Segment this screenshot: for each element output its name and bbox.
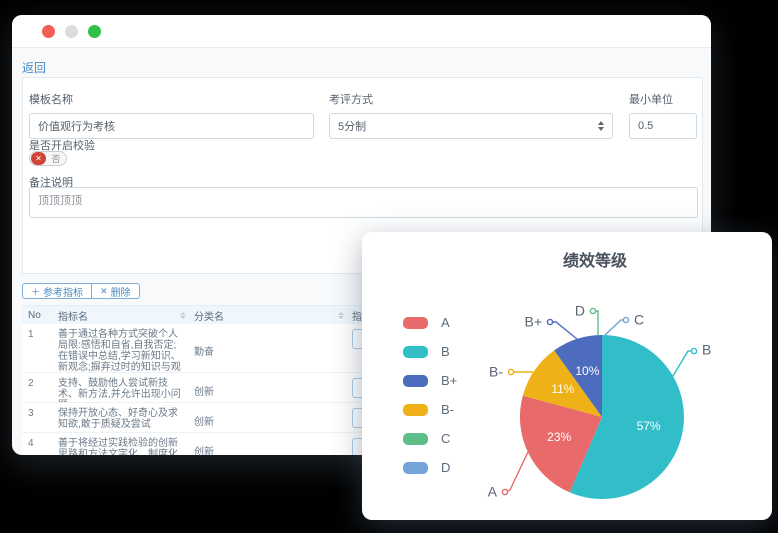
close-window-icon[interactable] (42, 25, 55, 38)
callout-dot-icon (502, 489, 507, 494)
pie-percent-label: 57% (637, 419, 661, 433)
callout-label-C: C (634, 312, 644, 328)
callout-line-D (593, 311, 598, 335)
callout-line-C (605, 320, 626, 335)
row-number: 2 (22, 378, 58, 402)
sort-icon[interactable] (180, 312, 186, 319)
indicator-name: 善于将经过实践检验的创新思路和方法文字化、制度化,纳入日常工作流程 (58, 438, 194, 455)
callout-dot-icon (547, 319, 552, 324)
indicator-name: 善于通过各种方式突破个人局限:感悟和自省,自我否定;在错误中总结,学习新知识、新… (58, 329, 194, 372)
col-header-category: 分类名 (194, 308, 224, 323)
back-link[interactable]: 返回 (22, 59, 46, 76)
template-name-label: 模板名称 (29, 91, 314, 107)
category-name: 勤奋 (194, 329, 352, 372)
pie-percent-label: 23% (547, 430, 571, 444)
callout-label-B: B (702, 342, 711, 358)
row-number: 3 (22, 408, 58, 432)
performance-chart-card: 绩效等级 ABB+B-CD 57%23%11%10%BAB-B+CD (362, 232, 772, 520)
callout-label-A: A (488, 484, 498, 500)
category-name: 创新 (194, 378, 352, 402)
category-name: 创新 (194, 408, 352, 432)
sort-icon[interactable] (338, 312, 344, 319)
callout-line-A (505, 452, 528, 492)
toggle-state-text: 否 (46, 152, 66, 165)
row-number: 4 (22, 438, 58, 455)
pie-percent-label: 11% (551, 382, 574, 396)
indicator-name: 保持开放心态、好奇心及求知欲,敢于质疑及尝试 (58, 408, 194, 432)
maximize-window-icon[interactable] (88, 25, 101, 38)
callout-dot-icon (508, 369, 513, 374)
add-indicator-button[interactable]: ＋ 参考指标 (22, 283, 92, 299)
desktop-background: { "window": { "back_link": "返回" }, "form… (0, 0, 778, 533)
callout-label-D: D (575, 303, 585, 319)
min-unit-input[interactable]: 0.5 (629, 113, 697, 139)
callout-line-B (673, 351, 694, 376)
remark-textarea[interactable]: 顶顶顶顶 (29, 187, 698, 218)
window-titlebar (12, 15, 711, 48)
callout-dot-icon (623, 317, 628, 322)
select-arrows-icon (598, 121, 604, 131)
pie-chart: 57% 23% 11%10% B A B- B+ C D (362, 232, 772, 520)
template-name-input[interactable]: 价值观行为考核 (29, 113, 314, 139)
callout-dot-icon (691, 348, 696, 353)
eval-method-select[interactable]: 5分制 (329, 113, 613, 139)
delete-button[interactable]: ✕ 删除 (92, 283, 140, 299)
pie-percent-label: 10% (575, 364, 599, 378)
callout-line-B+ (550, 322, 577, 339)
minimize-window-icon[interactable] (65, 25, 78, 38)
close-icon: ✕ (100, 286, 108, 297)
callout-dot-icon (590, 308, 595, 313)
table-toolbar: ＋ 参考指标 ✕ 删除 (22, 283, 140, 299)
validation-toggle[interactable]: ✕ 否 (29, 151, 67, 166)
min-unit-label: 最小单位 (629, 91, 697, 107)
toggle-off-icon: ✕ (31, 152, 46, 165)
eval-method-label: 考评方式 (329, 91, 613, 107)
callout-label-B+: B+ (524, 314, 542, 330)
plus-icon: ＋ (31, 285, 40, 298)
callout-label-B-: B- (489, 364, 503, 380)
col-header-no: No (22, 310, 58, 321)
row-number: 1 (22, 329, 58, 372)
indicator-name: 支持、鼓励他人尝试新技术、新方法,并允许出现小问题 (58, 378, 194, 402)
category-name: 创新 (194, 438, 352, 455)
col-header-name: 指标名 (58, 308, 88, 323)
